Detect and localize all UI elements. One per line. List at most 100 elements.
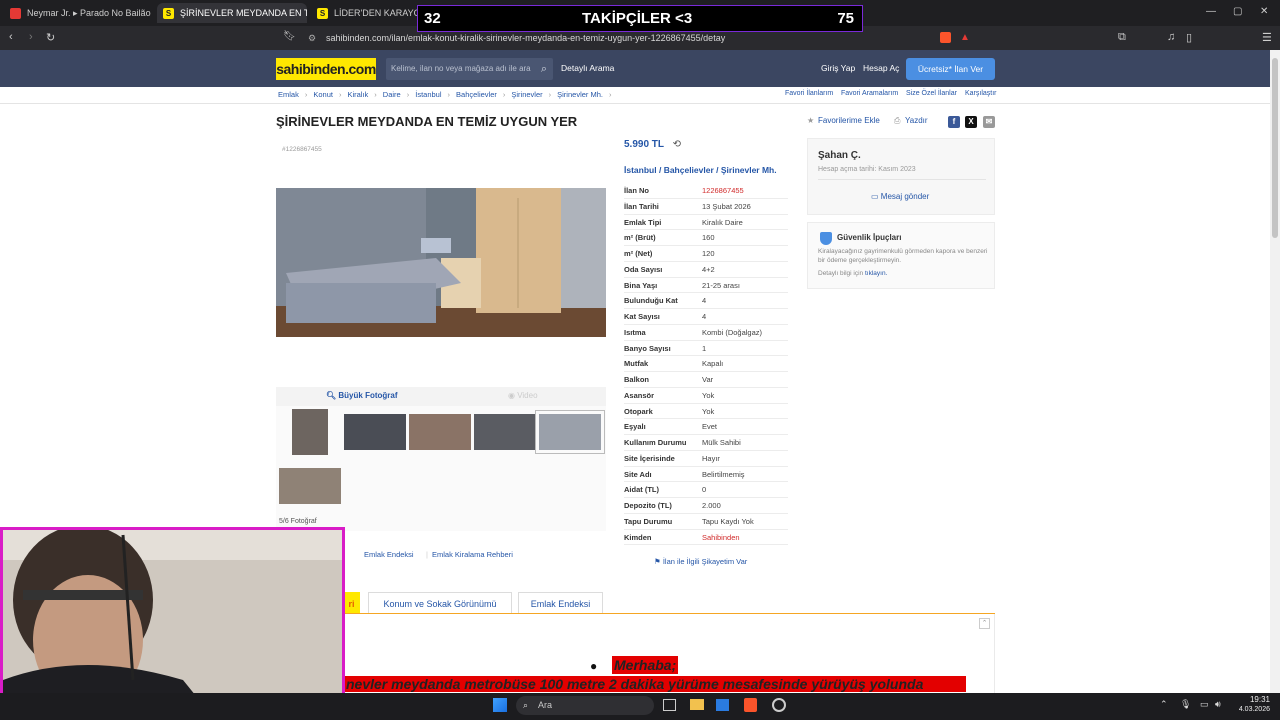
search-icon[interactable]: ⌕ (541, 58, 547, 80)
room-photo (276, 188, 606, 337)
location-city[interactable]: İstanbul (624, 165, 657, 175)
tab-label: LİDER'DEN KARAYOLLARI (334, 8, 421, 18)
browser-tab-lider[interactable]: S LİDER'DEN KARAYOLLARI (311, 3, 421, 23)
print-link[interactable]: Yazdır (905, 116, 928, 125)
breadcrumb-item[interactable]: Kiralık (347, 90, 368, 99)
detail-value: 120 (702, 249, 715, 258)
breadcrumb-item[interactable]: Konut (313, 90, 333, 99)
maximize-icon[interactable]: ▢ (1233, 6, 1242, 17)
detail-key: Site Adı (624, 469, 652, 479)
detail-value[interactable]: Sahibinden (702, 530, 740, 545)
detailed-search-link[interactable]: Detaylı Arama (561, 63, 614, 73)
safety-tips-box: Güvenlik İpuçları Kiralayacağınız gayrim… (807, 222, 995, 289)
minimize-icon[interactable]: — (1206, 6, 1216, 17)
detail-row: Bina Yaşı 21-25 arası (624, 278, 788, 294)
breadcrumb-item[interactable]: Şirinevler Mh. (557, 90, 603, 99)
favorite-listings-link[interactable]: Favori İlanlarım (785, 90, 833, 97)
star-icon: ★ (807, 116, 815, 125)
photo-counter: 5/6 Fotoğraf (279, 518, 317, 525)
real-estate-index-link[interactable]: Emlak Endeksi (364, 550, 414, 559)
detail-row: Asansör Yok (624, 388, 788, 404)
back-icon[interactable]: ‹ (9, 31, 13, 43)
app-icon[interactable] (772, 698, 786, 712)
safety-tips-link[interactable]: tıklayın. (865, 270, 887, 277)
register-link[interactable]: Hesap Aç (863, 63, 899, 73)
breadcrumb-item[interactable]: İstanbul (415, 90, 441, 99)
taskbar-search[interactable]: ⌕ Ara (516, 696, 654, 715)
sidebar-icon[interactable]: ▯ (1186, 31, 1192, 44)
big-photo-button[interactable]: 🔍︎ Büyük Fotoğraf (326, 391, 398, 400)
start-icon[interactable] (493, 698, 507, 712)
breadcrumb: Emlak › Konut › Kiralık › Daire › İstanbul › … (278, 90, 612, 99)
facebook-share-icon[interactable]: f (948, 116, 960, 128)
scrollbar-thumb[interactable] (1272, 58, 1278, 238)
send-message-button[interactable]: ▭ Mesaj gönder (871, 192, 929, 201)
safety-tips-more-text: Detaylı bilgi için (818, 270, 865, 277)
main-photo[interactable] (276, 188, 606, 337)
add-favorite-link[interactable]: Favorilerime Ekle (818, 116, 880, 125)
store-icon[interactable] (716, 699, 729, 711)
breadcrumb-item[interactable]: Emlak (278, 90, 299, 99)
brave-rewards-icon[interactable]: ▲ (960, 32, 970, 43)
tray-chevron-icon[interactable]: ⌃ (1160, 699, 1168, 710)
breadcrumb-item[interactable]: Daire (383, 90, 401, 99)
site-logo[interactable]: sahibinden.com (276, 58, 376, 80)
brave-shields-icon[interactable] (940, 32, 951, 43)
site-info-icon[interactable]: ⚙︎ (308, 30, 316, 47)
thumbnail[interactable] (344, 414, 406, 450)
search-icon: ⌕ (523, 700, 529, 710)
email-share-icon[interactable]: ✉ (983, 116, 995, 128)
rental-guide-link[interactable]: Emlak Kiralama Rehberi (432, 550, 513, 559)
breadcrumb-item[interactable]: Şirinevler (511, 90, 542, 99)
divider (0, 103, 1270, 104)
taskbar-search-label: Ara (538, 700, 553, 710)
tab-index[interactable]: Emlak Endeksi (518, 592, 603, 614)
close-window-icon[interactable]: ✕ (1260, 6, 1268, 17)
tab-location[interactable]: Konum ve Sokak Görünümü (368, 592, 512, 614)
breadcrumb-item[interactable]: Bahçelievler (456, 90, 497, 99)
browser-tab-listing[interactable]: S ŞİRİNEVLER MEYDANDA EN TEM ✕ (157, 3, 307, 23)
bookmark-icon[interactable]: 🔖︎ (283, 31, 296, 42)
detail-key: Otopark (624, 406, 653, 416)
thumbnail-selected[interactable] (535, 410, 605, 454)
menu-icon[interactable]: ☰ (1262, 31, 1272, 44)
browser-tab-youtube[interactable]: Neymar Jr. ▸ Parado No Bailão - MC (4, 3, 152, 23)
url-field[interactable]: ⚙︎ sahibinden.com/ilan/emlak-konut-kiral… (300, 30, 980, 47)
detail-key: m² (Brüt) (624, 233, 656, 243)
forward-icon[interactable]: › (29, 31, 33, 43)
thumbnail[interactable] (292, 409, 328, 455)
location-district[interactable]: Bahçelievler (664, 165, 714, 175)
post-ad-button[interactable]: Ücretsiz* İlan Ver (906, 58, 995, 80)
brave-browser-icon[interactable] (744, 698, 757, 712)
video-button[interactable]: ◉ Video (508, 391, 538, 400)
detail-row: İlan Tarihi 13 Şubat 2026 (624, 199, 788, 215)
media-icon[interactable]: ♫ (1167, 31, 1175, 43)
microphone-icon[interactable]: 🎙︎ (1180, 699, 1191, 710)
seller-name[interactable]: Şahan Ç. (818, 150, 861, 161)
reload-icon[interactable]: ↻ (46, 31, 55, 44)
thumbnail[interactable] (279, 468, 341, 504)
favorite-searches-link[interactable]: Favori Aramalarım (841, 90, 898, 97)
compare-link[interactable]: Karşılaştır (965, 90, 997, 97)
personal-listings-link[interactable]: Size Özel İlanlar (906, 90, 957, 97)
thumbnail[interactable] (474, 414, 536, 450)
login-link[interactable]: Giriş Yap (821, 63, 855, 73)
clock-time[interactable]: 19:31 (1244, 695, 1270, 704)
network-icon[interactable]: ▭ (1200, 699, 1209, 710)
detail-row: Site Adı Belirtilmemiş (624, 467, 788, 483)
safety-tips-text: Kiralayacağınız gayrimenkulü görmeden ka… (818, 248, 988, 264)
file-explorer-icon[interactable] (690, 699, 704, 710)
description-line: nevler meydanda metrobüse 100 metre 2 da… (344, 676, 966, 692)
location-neighborhood[interactable]: Şirinevler Mh. (721, 165, 777, 175)
search-input[interactable]: Kelime, ilan no veya mağaza adı ile ara … (386, 58, 553, 80)
clock-date[interactable]: 4.03.2026 (1232, 706, 1270, 713)
tab-details[interactable]: ri (343, 592, 360, 614)
complaint-link[interactable]: ⚑ İlan ile İlgili Şikayetim Var (654, 557, 747, 566)
x-share-icon[interactable]: X (965, 116, 977, 128)
thumbnail[interactable] (409, 414, 471, 450)
price-history-icon[interactable]: ⟲ (673, 139, 681, 150)
collapse-icon[interactable]: ⌃ (979, 618, 990, 629)
volume-icon[interactable]: 🔊︎ (1215, 699, 1221, 710)
task-view-icon[interactable] (663, 699, 676, 711)
extensions-icon[interactable]: ⧉ (1118, 31, 1126, 44)
